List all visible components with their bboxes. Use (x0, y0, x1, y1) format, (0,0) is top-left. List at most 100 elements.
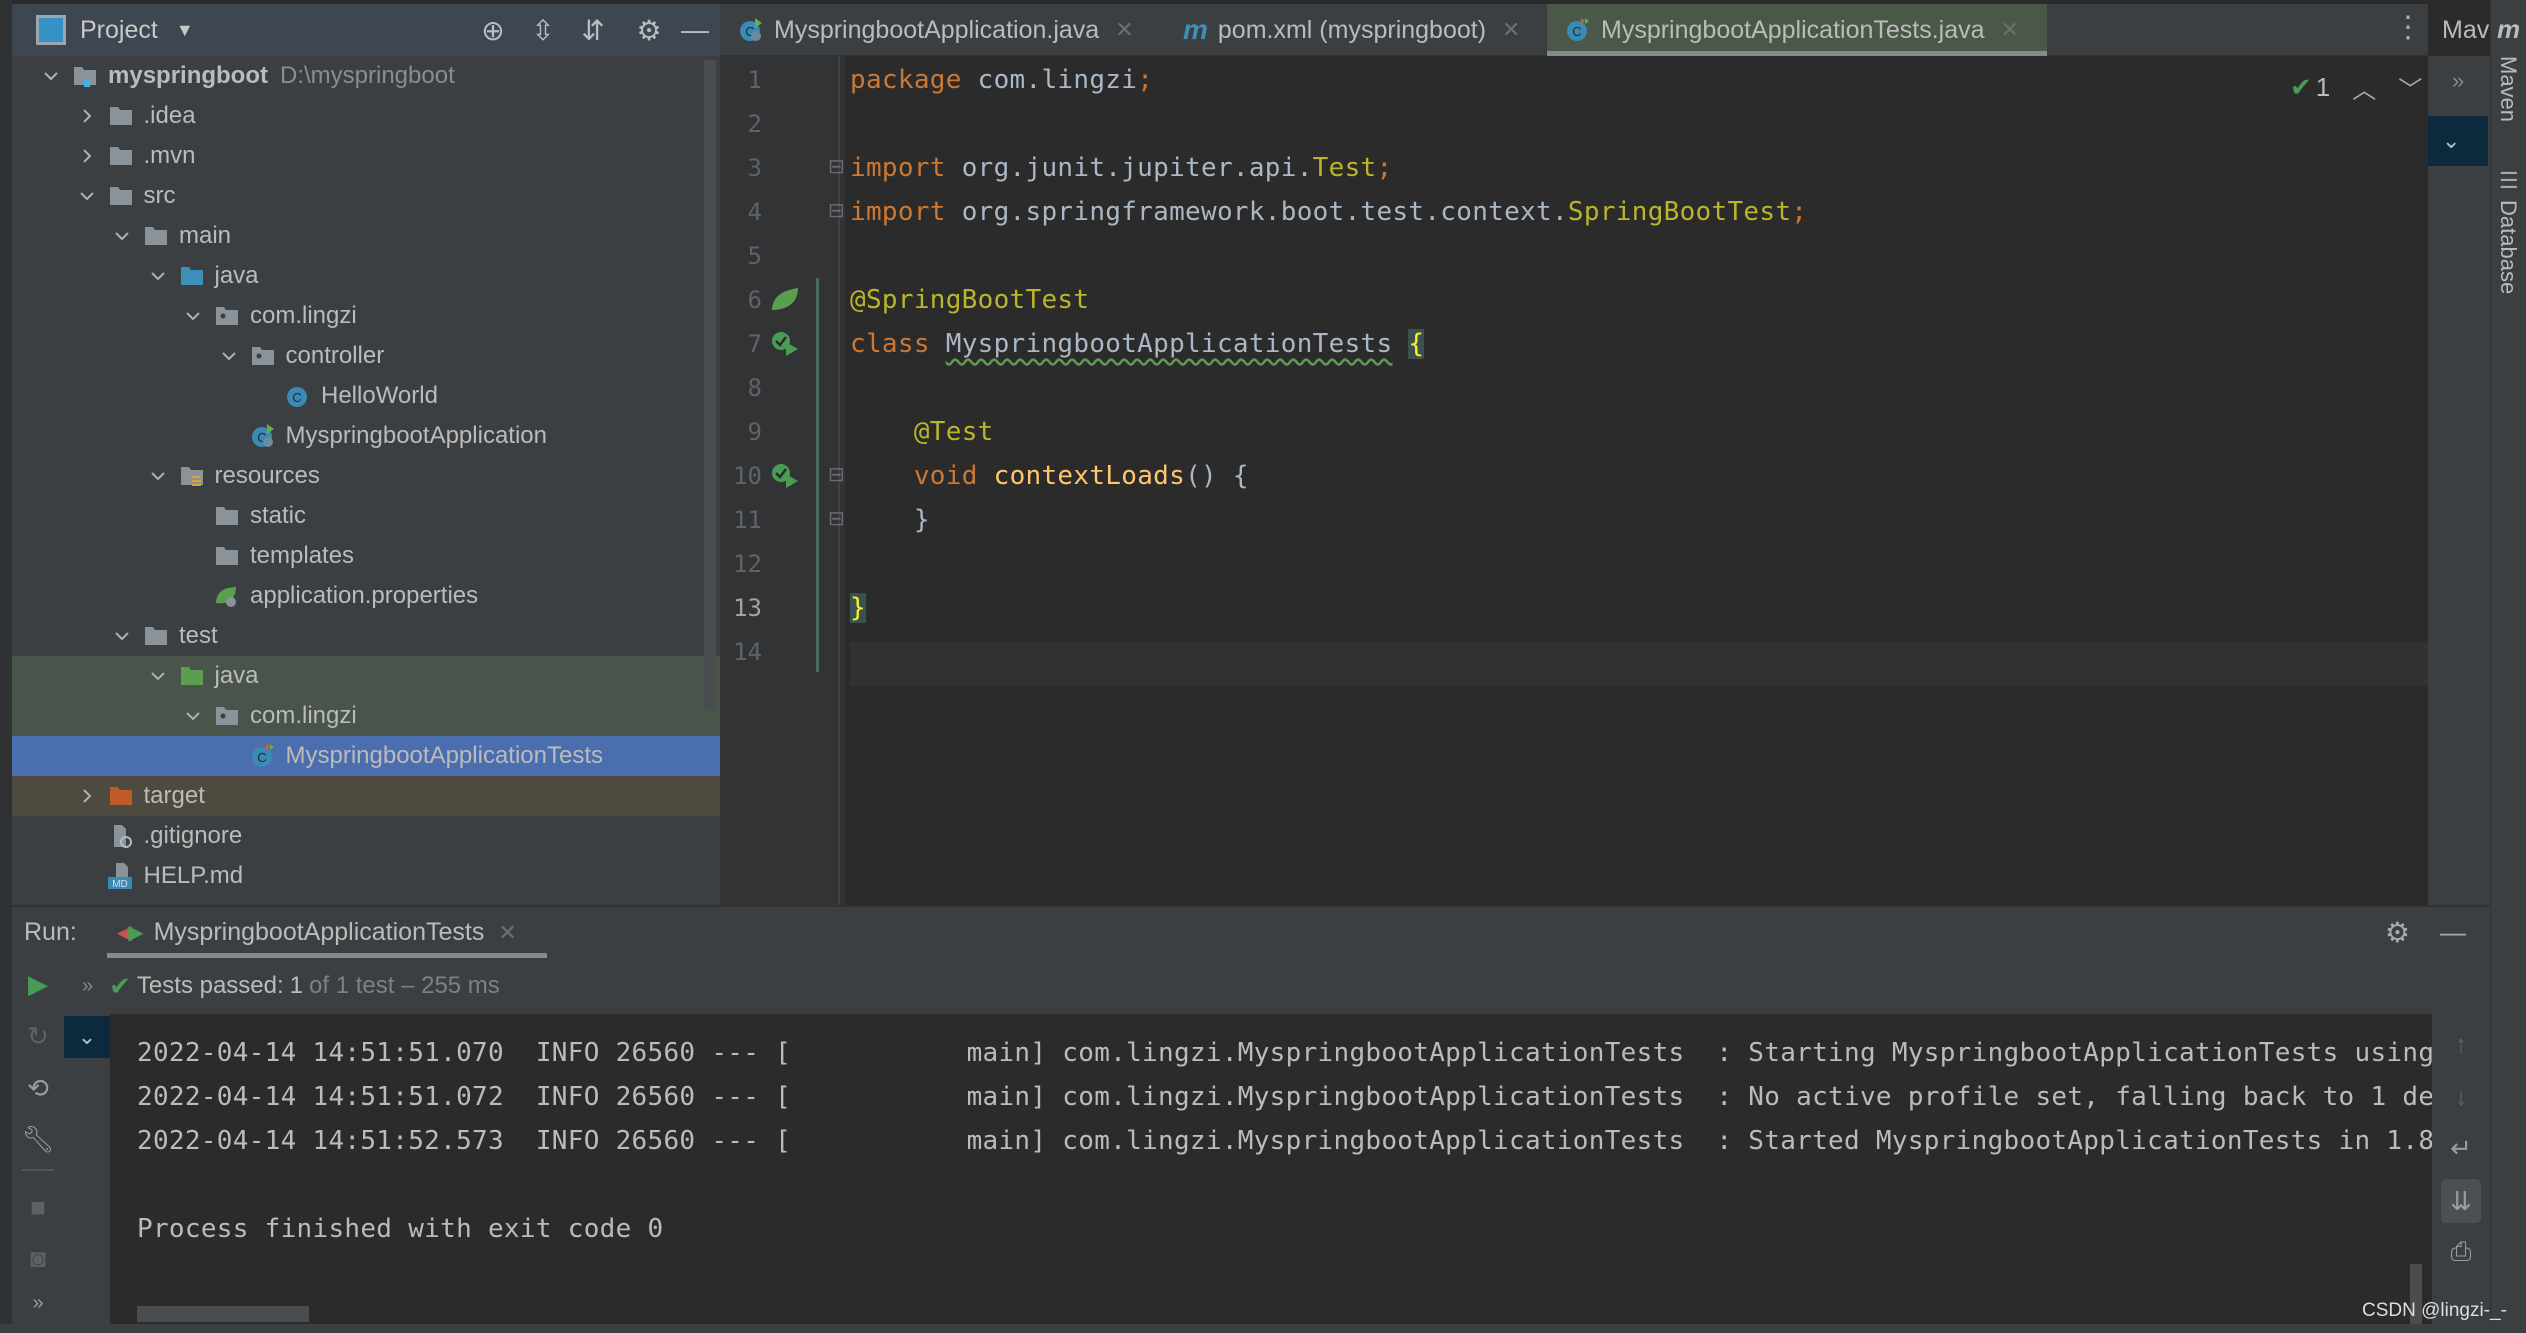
maven-panel-tab[interactable]: Mav (2442, 16, 2489, 45)
tree-item[interactable]: C HelloWorld (12, 376, 720, 416)
database-tool-button[interactable]: Database (2495, 200, 2521, 294)
code-token: org.junit.jupiter.api. (961, 153, 1313, 183)
chevron-right-icon[interactable] (70, 776, 104, 816)
chevron-down-icon[interactable]: ⌄ (64, 1016, 110, 1058)
chevron-down-icon[interactable] (105, 616, 139, 656)
fold-icon[interactable]: ⊟ (828, 154, 845, 179)
fold-icon[interactable]: ⊟ (828, 198, 845, 223)
inspection-widget[interactable]: ✔ 1 ︿ ﹀ (2290, 70, 2422, 105)
tree-item[interactable]: C MyspringbootApplication (12, 416, 720, 456)
minimize-icon[interactable]: — (678, 13, 712, 47)
tree-item[interactable]: com.lingzi (12, 696, 720, 736)
expand-all-icon[interactable]: ⇳ (526, 13, 560, 47)
chevron-right-icon[interactable] (70, 136, 104, 176)
tree-item[interactable]: src (12, 176, 720, 216)
locate-icon[interactable]: ⊕ (476, 13, 510, 47)
tree-item[interactable]: MD HELP.md (12, 856, 720, 896)
tree-item[interactable]: C MyspringbootApplicationTests (12, 736, 720, 776)
minimize-icon[interactable]: — (2440, 917, 2466, 948)
chevron-down-icon[interactable] (141, 456, 175, 496)
code-token: void (913, 461, 994, 491)
chevron-right-icon[interactable] (70, 96, 104, 136)
tree-item[interactable]: .gitignore (12, 816, 720, 856)
chevron-down-icon[interactable] (212, 336, 246, 376)
close-icon[interactable]: ✕ (1502, 17, 1520, 43)
close-icon[interactable]: ✕ (1115, 17, 1133, 43)
tree-item[interactable]: static (12, 496, 720, 536)
expand-icon[interactable]: » (82, 975, 93, 998)
tree-item[interactable]: java (12, 256, 720, 296)
code-token: ; (1137, 65, 1154, 95)
tree-item[interactable]: resources (12, 456, 720, 496)
tree-item[interactable]: templates (12, 536, 720, 576)
chevron-down-icon[interactable] (105, 216, 139, 256)
rerun-failed-icon[interactable]: ↻ (18, 1016, 58, 1056)
soft-wrap-icon[interactable]: ↵ (2441, 1128, 2481, 1168)
camera-icon[interactable]: ◙ (18, 1238, 58, 1278)
tree-item[interactable]: .mvn (12, 136, 720, 176)
run-test-icon[interactable] (770, 462, 800, 495)
code-editor[interactable]: 1 package com.lingzi; 2 3 ⊟ import org.junit.… (720, 56, 2428, 905)
fold-icon[interactable]: ⊟ (828, 506, 845, 531)
arrow-up-icon[interactable]: ↑ (2441, 1024, 2481, 1064)
fold-icon[interactable]: ⊟ (828, 462, 845, 487)
chevron-down-icon[interactable]: ▼ (176, 20, 194, 41)
chevron-down-icon[interactable] (141, 256, 175, 296)
tree-item[interactable]: test (12, 616, 720, 656)
close-icon[interactable]: ✕ (2001, 17, 2019, 43)
wrench-icon[interactable]: 🔧︎ (18, 1119, 58, 1159)
code-line: } (850, 586, 866, 630)
editor-tab[interactable]: m pom.xml (myspringboot) ✕ (1165, 4, 1545, 56)
chevron-down-icon[interactable] (176, 296, 210, 336)
stop-icon[interactable]: ■ (18, 1187, 58, 1227)
code-line: void contextLoads() { (850, 454, 1249, 498)
chevron-down-icon[interactable] (141, 656, 175, 696)
gear-icon[interactable]: ⚙ (2385, 916, 2410, 949)
editor-tab[interactable]: C MyspringbootApplication.java ✕ (720, 4, 1155, 56)
more-icon[interactable]: » (18, 1283, 58, 1323)
console-fold-column: ⌄ (64, 1014, 110, 1324)
code-token: ; (1376, 153, 1393, 183)
console-horizontal-scrollbar[interactable] (137, 1306, 309, 1322)
project-tree: myspringboot D:\myspringboot .idea .mvn src m… (12, 56, 720, 905)
tree-item[interactable]: java (12, 656, 720, 696)
tree-item[interactable]: main (12, 216, 720, 256)
run-tab[interactable]: ◀ ▶ MyspringbootApplicationTests ✕ (106, 906, 547, 959)
previous-highlight-icon[interactable]: ︿ (2352, 70, 2376, 105)
toggle-auto-test-icon[interactable]: ⟲ (18, 1068, 58, 1108)
expand-icon[interactable]: » (2452, 68, 2464, 94)
tree-item[interactable]: com.lingzi (12, 296, 720, 336)
tree-item[interactable]: controller (12, 336, 720, 376)
collapse-all-icon[interactable]: ⇵ (576, 13, 610, 47)
line-number: 2 (747, 110, 762, 138)
arrow-down-icon[interactable]: ↓ (2441, 1076, 2481, 1116)
project-view-selector[interactable]: Project (80, 16, 158, 45)
code-line: } (850, 498, 930, 542)
next-highlight-icon[interactable]: ﹀ (2398, 70, 2422, 105)
print-icon[interactable]: ⎙ (2441, 1232, 2481, 1272)
more-tabs-icon[interactable]: ⋮ (2393, 10, 2423, 45)
tree-item[interactable]: target (12, 776, 720, 816)
chevron-down-icon[interactable] (70, 176, 104, 216)
chevron-down-icon[interactable] (34, 56, 68, 96)
chevron-down-icon[interactable]: ⌄ (2428, 116, 2488, 166)
run-toolbar: ▶ ↻ ⟲ 🔧︎ ■ ◙ » (12, 958, 64, 1333)
gear-icon[interactable]: ⚙ (632, 13, 666, 47)
code-line: @Test (850, 410, 994, 454)
rerun-icon[interactable]: ▶ (18, 964, 58, 1004)
chevron-down-icon[interactable] (176, 696, 210, 736)
run-panel-header: Run: ◀ ▶ MyspringbootApplicationTests ✕ ⚙… (12, 905, 2490, 959)
close-icon[interactable]: ✕ (498, 920, 516, 946)
folder-icon (104, 96, 138, 136)
tree-item[interactable]: application.properties (12, 576, 720, 616)
tree-item[interactable]: myspringboot D:\myspringboot (12, 56, 720, 96)
tree-scrollbar[interactable] (704, 60, 716, 710)
run-test-icon[interactable] (770, 330, 800, 363)
tree-item-label: .mvn (143, 142, 196, 169)
editor-tab[interactable]: C MyspringbootApplicationTests.java ✕ (1547, 4, 2047, 56)
scroll-to-end-icon[interactable]: ⇊ (2441, 1179, 2481, 1223)
tree-item-label: static (250, 502, 307, 529)
maven-tool-button[interactable]: Maven (2495, 56, 2521, 122)
console-output[interactable]: 2022-04-14 14:51:51.070 INFO 26560 --- [… (110, 1014, 2432, 1324)
tree-item[interactable]: .idea (12, 96, 720, 136)
